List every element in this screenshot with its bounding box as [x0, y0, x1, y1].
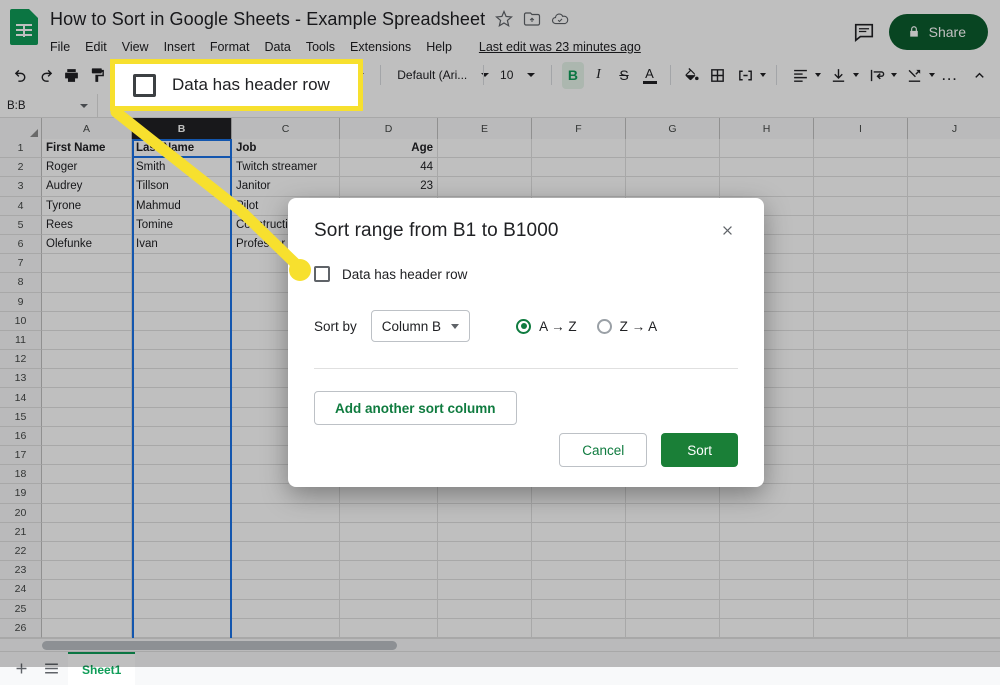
chevron-down-icon	[451, 324, 459, 329]
sort-column-value: Column B	[382, 319, 441, 334]
sort-order-ascending[interactable]: A → Z	[516, 319, 577, 334]
close-icon[interactable]	[716, 219, 738, 241]
sort-order-descending[interactable]: Z → A	[597, 319, 658, 334]
sort-order-descending-label: Z → A	[620, 319, 658, 334]
sort-column-select[interactable]: Column B	[371, 310, 470, 342]
sort-by-label: Sort by	[314, 319, 357, 334]
sort-order-ascending-label: A → Z	[539, 319, 577, 334]
dialog-title: Sort range from B1 to B1000	[314, 220, 716, 242]
dialog-title-row: Sort range from B1 to B1000	[314, 220, 738, 242]
dialog-footer: Cancel Sort	[559, 433, 738, 467]
sort-range-dialog: Sort range from B1 to B1000 Data has hea…	[288, 198, 764, 487]
radio-selected-icon[interactable]	[516, 319, 531, 334]
sort-by-row: Sort by Column B A → Z Z → A	[314, 310, 738, 342]
header-row-checkbox[interactable]	[314, 266, 330, 282]
sort-button[interactable]: Sort	[661, 433, 738, 467]
cancel-button[interactable]: Cancel	[559, 433, 647, 467]
header-row-checkbox-row[interactable]: Data has header row	[314, 266, 738, 282]
add-another-sort-column-button[interactable]: Add another sort column	[314, 391, 517, 425]
header-row-checkbox-label: Data has header row	[342, 267, 467, 282]
dialog-divider	[314, 368, 738, 369]
radio-unselected-icon[interactable]	[597, 319, 612, 334]
sort-order-radio-group: A → Z Z → A	[516, 319, 657, 334]
